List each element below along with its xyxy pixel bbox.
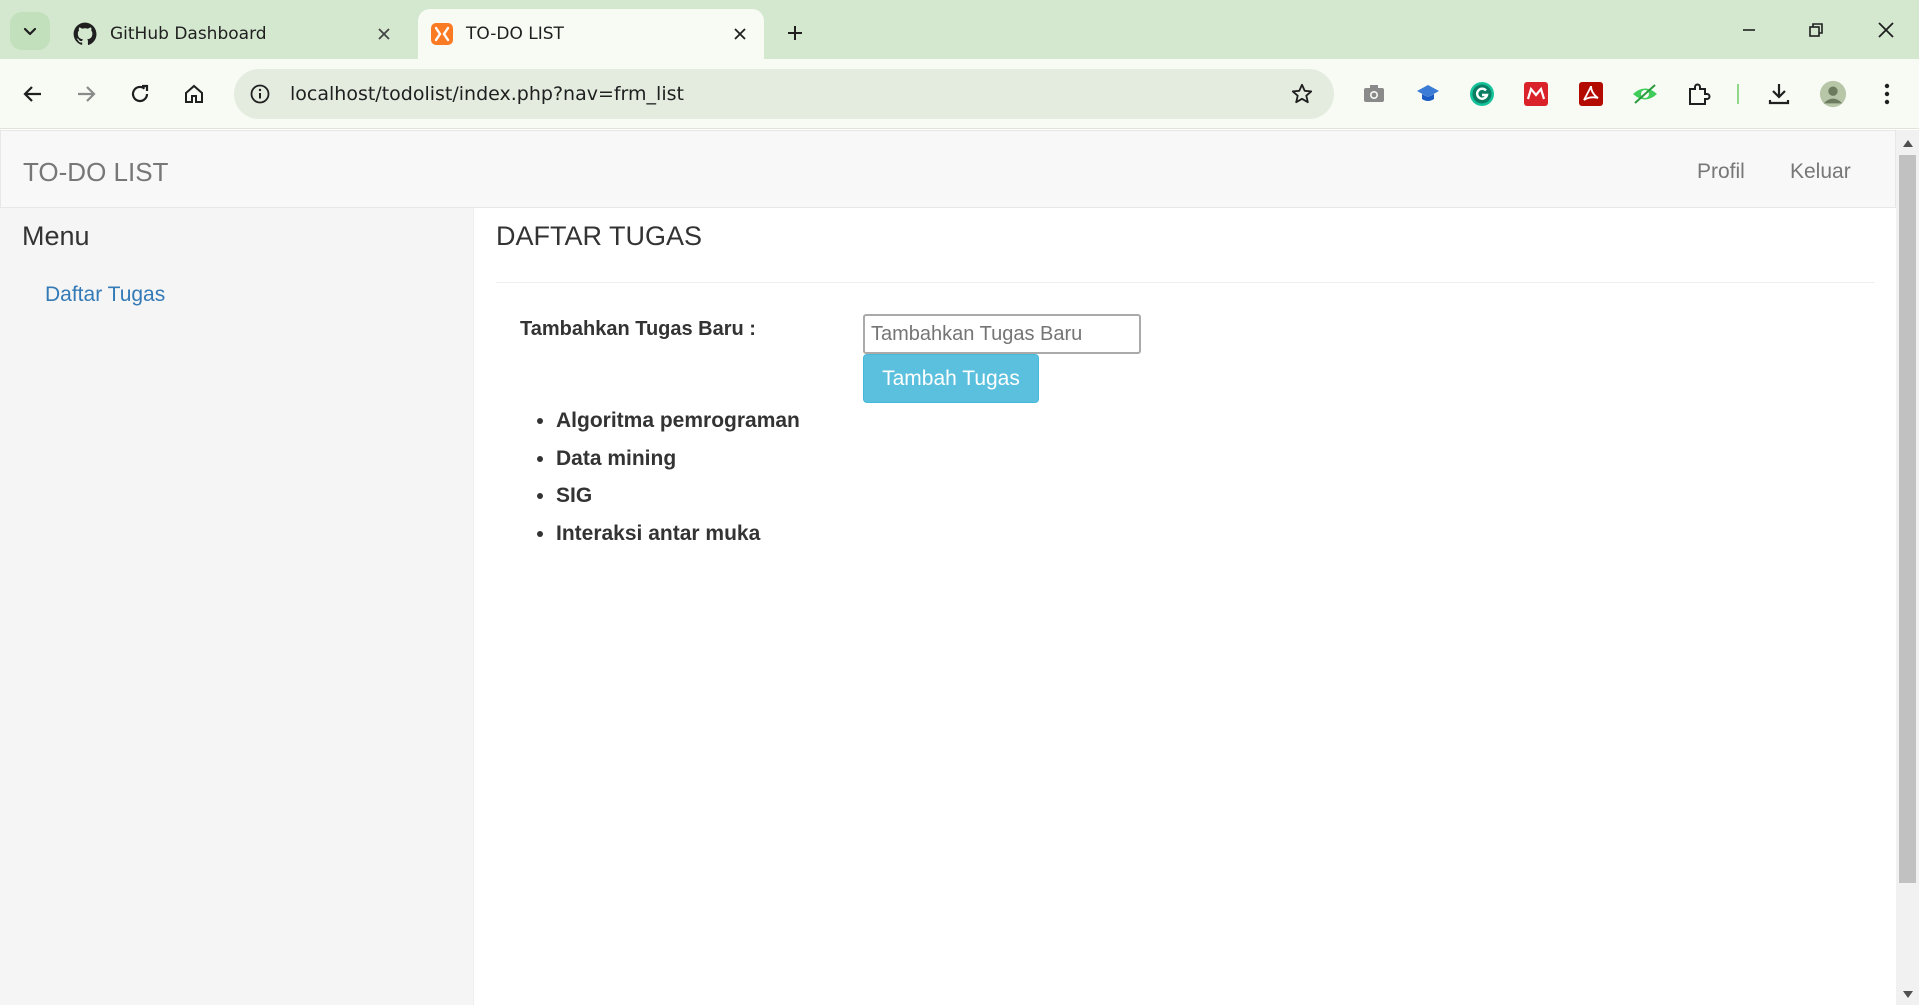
toolbar-separator [1737,84,1739,104]
back-arrow-icon [23,86,41,102]
task-item: SIG [556,477,1056,515]
grammarly-icon[interactable] [1468,80,1496,108]
plus-icon [788,26,802,40]
scrollbar-thumb[interactable] [1899,155,1916,883]
tab-github-dashboard[interactable]: GitHub Dashboard [58,9,408,59]
sidebar-title: Menu [22,221,90,251]
add-task-button[interactable]: Tambah Tugas [863,354,1039,403]
extensions-puzzle-icon[interactable] [1685,80,1713,108]
close-tab-icon[interactable] [370,20,398,48]
minimize-icon [1743,29,1755,31]
home-button[interactable] [176,76,212,112]
chevron-down-icon [23,27,37,36]
close-tab-icon[interactable] [726,20,754,48]
task-item: Algoritma pemrograman [556,402,1056,440]
minimize-button[interactable] [1726,10,1772,50]
bookmark-star-icon[interactable] [1288,80,1316,108]
new-task-input[interactable] [863,314,1141,354]
new-tab-button[interactable] [778,16,812,50]
site-info-icon[interactable] [246,80,274,108]
more-menu-icon[interactable] [1873,80,1901,108]
scroll-up-arrow-icon[interactable] [1901,136,1914,149]
xampp-icon [431,23,453,45]
tab-search-button[interactable] [10,12,50,50]
main-content: DAFTAR TUGAS Tambahkan Tugas Baru : Tamb… [474,208,1896,1005]
download-icon[interactable] [1765,80,1793,108]
close-window-button[interactable] [1863,10,1909,50]
camera-extension-icon[interactable] [1360,80,1388,108]
profile-avatar[interactable] [1819,80,1847,108]
restore-icon [1809,23,1823,37]
nav-link-keluar[interactable]: Keluar [1790,160,1851,184]
restore-button[interactable] [1793,10,1839,50]
graduation-cap-extension-icon[interactable] [1414,80,1442,108]
tab-title: GitHub Dashboard [110,24,267,44]
top-navbar: TO-DO LIST Profil Keluar [0,130,1896,208]
task-item: Interaksi antar muka [556,515,1056,553]
reload-button[interactable] [122,76,158,112]
task-item: Data mining [556,440,1056,478]
sidebar-item-daftar-tugas[interactable]: Daftar Tugas [45,283,165,307]
github-icon [73,22,97,45]
forward-button[interactable] [68,76,104,112]
browser-tab-bar: GitHub Dashboard TO-DO LIST [0,0,1919,59]
scroll-down-arrow-icon[interactable] [1901,988,1914,1001]
back-button[interactable] [15,76,51,112]
close-icon [1878,22,1894,38]
tab-title: TO-DO LIST [466,24,564,44]
new-task-label: Tambahkan Tugas Baru : [520,318,756,340]
divider [496,282,1875,283]
url-text[interactable]: localhost/todolist/index.php?nav=frm_lis… [290,83,684,105]
navbar-brand[interactable]: TO-DO LIST [23,157,168,188]
reload-icon [131,84,149,103]
home-icon [185,84,203,103]
vertical-scrollbar[interactable] [1896,130,1919,1005]
sidebar: Menu Daftar Tugas [0,208,474,1005]
task-list: Algoritma pemrograman Data mining SIG In… [556,402,1056,552]
adobe-acrobat-icon[interactable] [1577,80,1605,108]
forward-arrow-icon [78,86,96,102]
mendeley-icon[interactable] [1522,80,1550,108]
web-page: TO-DO LIST Profil Keluar Menu Daftar Tug… [0,130,1896,1005]
address-bar[interactable]: localhost/todolist/index.php?nav=frm_lis… [234,69,1334,119]
browser-toolbar: localhost/todolist/index.php?nav=frm_lis… [0,59,1919,129]
tab-todo-list[interactable]: TO-DO LIST [418,9,764,59]
nav-link-profil[interactable]: Profil [1697,160,1745,184]
page-title: DAFTAR TUGAS [496,221,703,251]
eye-extension-icon[interactable] [1631,80,1659,108]
